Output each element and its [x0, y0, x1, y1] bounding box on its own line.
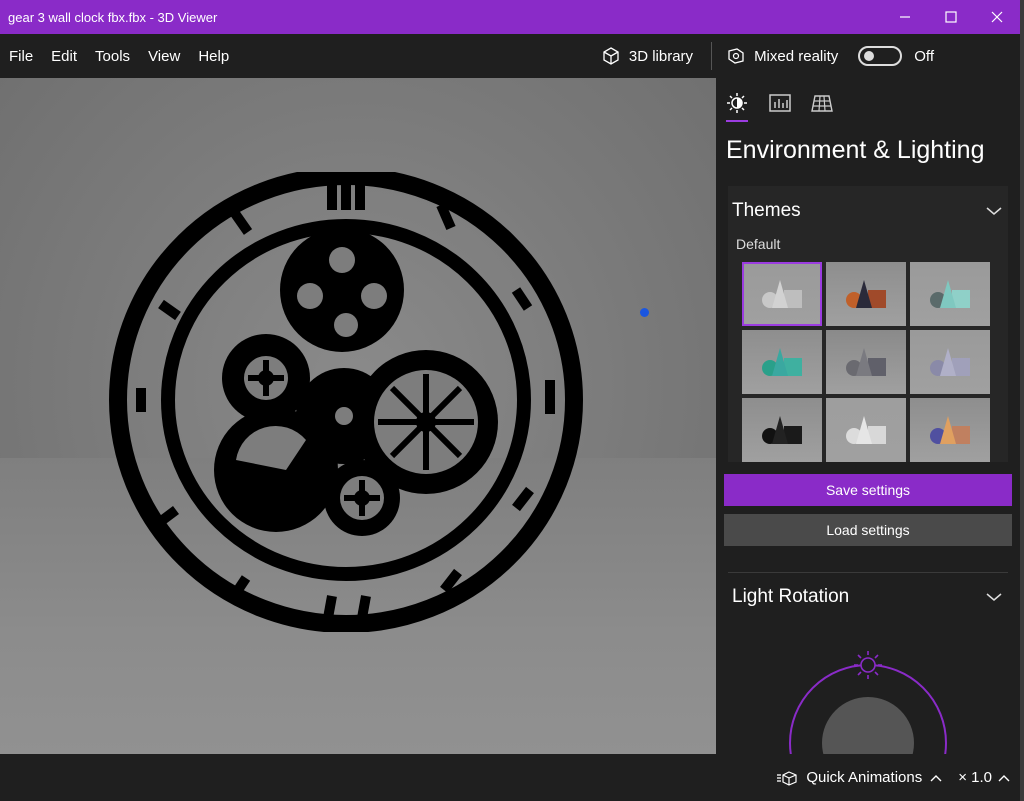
- environment-panel: Environment & Lighting Themes Default Sa…: [716, 78, 1020, 754]
- theme-preview-icon: [846, 280, 886, 308]
- chevron-down-icon: [986, 207, 1002, 215]
- 3d-library-label: 3D library: [628, 47, 694, 65]
- theme-preview-icon: [930, 348, 970, 376]
- panel-title: Environment & Lighting: [726, 136, 985, 164]
- maximize-button[interactable]: [928, 0, 974, 34]
- panel-tabs: [716, 78, 1020, 126]
- theme-preview-icon: [762, 280, 802, 308]
- theme-preview-icon: [762, 416, 802, 444]
- chevron-up-icon: [998, 774, 1010, 781]
- theme-preview-icon: [846, 348, 886, 376]
- themes-section: Themes Default: [728, 186, 1008, 462]
- theme-tile[interactable]: [742, 398, 822, 462]
- grid-icon: [811, 95, 833, 112]
- light-rotation-heading: Light Rotation: [732, 586, 850, 607]
- theme-tile[interactable]: [826, 262, 906, 326]
- mixed-reality-state: Off: [914, 47, 934, 65]
- 3d-viewport[interactable]: [0, 78, 716, 754]
- chevron-down-icon: [986, 593, 1002, 601]
- theme-tile[interactable]: [826, 398, 906, 462]
- sun-settings-icon: [727, 93, 747, 113]
- light-source-marker[interactable]: [640, 308, 649, 317]
- theme-preview-icon: [930, 416, 970, 444]
- theme-tile[interactable]: [910, 262, 990, 326]
- theme-tile[interactable]: [742, 330, 822, 394]
- themes-header[interactable]: Themes: [728, 186, 1008, 236]
- menu-help[interactable]: Help: [189, 34, 238, 78]
- minimize-button[interactable]: [882, 0, 928, 34]
- stats-icon: [769, 94, 791, 112]
- quick-animations-label: Quick Animations: [806, 769, 923, 786]
- animation-icon: [777, 770, 797, 786]
- theme-grid: [728, 258, 1008, 462]
- light-rotation-dial[interactable]: [716, 621, 1020, 754]
- window-edge: [1020, 0, 1024, 801]
- close-button[interactable]: [974, 0, 1020, 34]
- save-settings-button[interactable]: Save settings: [724, 474, 1012, 506]
- tab-environment-lighting[interactable]: [726, 92, 750, 122]
- themes-heading: Themes: [732, 200, 801, 221]
- playback-speed-button[interactable]: × 1.0: [958, 769, 1010, 786]
- cube-icon: [603, 47, 619, 65]
- theme-preview-icon: [930, 280, 970, 308]
- mixed-reality-icon: [728, 48, 744, 64]
- theme-tile[interactable]: [910, 398, 990, 462]
- theme-tile[interactable]: [910, 330, 990, 394]
- toggle-knob: [864, 51, 875, 61]
- window-title: gear 3 wall clock fbx.fbx - 3D Viewer: [8, 9, 218, 25]
- light-rotation-control[interactable]: [716, 621, 1020, 754]
- minimize-icon: [900, 16, 910, 18]
- app-window: gear 3 wall clock fbx.fbx - 3D Viewer Fi…: [0, 0, 1024, 801]
- playback-speed-label: × 1.0: [958, 769, 992, 786]
- menu-view[interactable]: View: [139, 34, 189, 78]
- menu-separator: [711, 42, 713, 70]
- tab-grid[interactable]: [810, 92, 834, 122]
- theme-tile[interactable]: [826, 330, 906, 394]
- menu-right-group: 3D library Mixed reality Off: [587, 34, 1020, 78]
- maximize-icon: [945, 11, 957, 23]
- title-bar[interactable]: gear 3 wall clock fbx.fbx - 3D Viewer: [0, 0, 1020, 34]
- mixed-reality-toggle[interactable]: [858, 46, 903, 66]
- tab-stats[interactable]: [768, 92, 792, 122]
- quick-animations-button[interactable]: Quick Animations: [776, 769, 942, 786]
- light-rotation-header[interactable]: Light Rotation: [716, 573, 1020, 621]
- selected-theme-name: Default: [736, 236, 781, 252]
- theme-preview-icon: [846, 416, 886, 444]
- menu-tools[interactable]: Tools: [86, 34, 139, 78]
- chevron-up-icon: [930, 774, 942, 781]
- mixed-reality-label: Mixed reality: [754, 47, 839, 65]
- mixed-reality-button[interactable]: Mixed reality: [716, 34, 848, 78]
- gear-clock-model[interactable]: [108, 172, 588, 632]
- menu-edit[interactable]: Edit: [42, 34, 86, 78]
- close-icon: [991, 11, 1003, 23]
- load-settings-button[interactable]: Load settings: [724, 514, 1012, 546]
- menu-file[interactable]: File: [0, 34, 42, 78]
- theme-tile[interactable]: [742, 262, 822, 326]
- bottom-bar: Quick Animations × 1.0: [0, 754, 1020, 801]
- theme-preview-icon: [762, 348, 802, 376]
- 3d-library-button[interactable]: 3D library: [587, 34, 707, 78]
- menu-bar: File Edit Tools View Help 3D library Mix…: [0, 34, 1020, 78]
